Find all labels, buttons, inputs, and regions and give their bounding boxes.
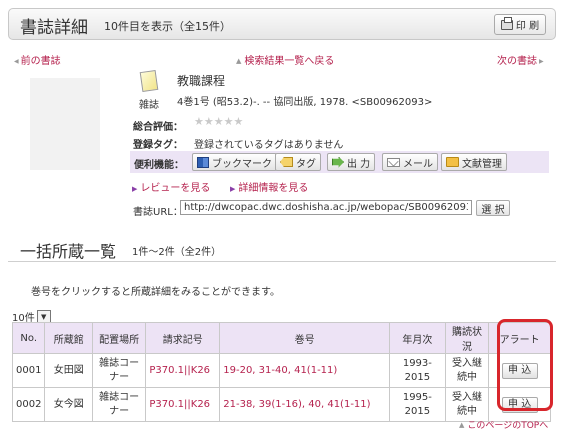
column-header: 請求記号 [145, 322, 221, 354]
volume-link[interactable]: 21-38, 39(1-16), 40, 41(1-11) [219, 387, 391, 422]
reference-manager-label: 文献管理 [462, 158, 502, 170]
record-title: 教職課程 [177, 74, 226, 88]
column-header: 所蔵館 [44, 322, 93, 354]
column-header: No. [11, 322, 46, 354]
export-icon [332, 156, 344, 168]
tag-icon [280, 157, 293, 167]
years-cell: 1995-2015 [389, 387, 446, 422]
bookmark-label: ブックマーク [212, 158, 272, 170]
table-row: 0001 女田図 雑誌コーナー P370.1||K26 19-20, 31-40… [11, 353, 551, 388]
utility-label: 便利機能： [134, 160, 184, 171]
mail-icon [387, 157, 400, 167]
location-cell: 雑誌コーナー [91, 387, 147, 422]
tag-button-label: タグ [296, 158, 316, 170]
bookmark-button[interactable]: ブックマーク [192, 153, 277, 171]
call-number-link[interactable]: P370.1||K26 [145, 387, 221, 422]
output-label: 出 力 [347, 158, 371, 170]
folder-icon [446, 157, 459, 167]
subscription-status-cell: 受入継続中 [444, 387, 490, 422]
record-url-label: 書誌URL： [133, 207, 183, 218]
view-details-link[interactable]: 詳細情報を見る [230, 179, 308, 194]
tag-button[interactable]: タグ [275, 153, 321, 171]
column-header: 購読状況 [444, 322, 490, 354]
magazine-icon: 雑誌 [136, 69, 162, 111]
utility-bar: 便利機能： ブックマーク タグ 出 力 メール 文献管理 [130, 151, 549, 173]
library-cell: 女田図 [44, 353, 93, 388]
back-to-results-link[interactable]: 検索結果一覧へ戻る [236, 52, 334, 67]
alert-column-highlight [497, 319, 553, 411]
rating-label: 総合評価： [133, 122, 183, 133]
page-header: 書誌詳細 10件目を表示（全15件） 印 刷 [8, 8, 556, 40]
holdings-heading: 一括所蔵一覧 [20, 242, 117, 261]
view-reviews-link[interactable]: レビューを見る [132, 179, 210, 194]
result-position: 10件目を表示（全15件） [104, 20, 231, 33]
volume-link[interactable]: 19-20, 31-40, 41(1-11) [219, 353, 391, 388]
column-header: 巻号 [219, 322, 391, 354]
location-cell: 雑誌コーナー [91, 353, 147, 388]
tag-label: 登録タグ： [133, 140, 183, 151]
material-type-label: 雑誌 [139, 100, 159, 111]
call-number-link[interactable]: P370.1||K26 [145, 353, 221, 388]
reference-manager-button[interactable]: 文献管理 [441, 153, 507, 171]
record-meta: 4巻1号 (昭53.2)-. -- 協同出版, 1978. <SB0096209… [177, 97, 433, 108]
holdings-table: No. 所蔵館 配置場所 請求記号 巻号 年月次 購読状況 アラート 0001 … [11, 322, 551, 422]
table-header-row: No. 所蔵館 配置場所 請求記号 巻号 年月次 購読状況 アラート [11, 322, 551, 354]
years-cell: 1993-2015 [389, 353, 446, 388]
mail-button[interactable]: メール [382, 153, 438, 171]
column-header: 配置場所 [91, 322, 147, 354]
subscription-status-cell: 受入継続中 [444, 353, 490, 388]
column-header: 年月次 [389, 322, 446, 354]
holdings-count: 1件～2件（全2件） [132, 247, 222, 258]
page-top-link[interactable]: このページのTOPへ [459, 418, 548, 431]
row-number: 0001 [11, 353, 46, 388]
prev-record-link[interactable]: 前の書誌 [14, 52, 61, 67]
table-row: 0002 女今図 雑誌コーナー P370.1||K26 21-38, 39(1-… [11, 387, 551, 422]
printer-icon [500, 16, 513, 30]
holdings-note: 巻号をクリックすると所蔵詳細をみることができます。 [31, 287, 280, 298]
cover-image-placeholder [30, 78, 100, 170]
rating-stars: ★★★★★ [194, 115, 244, 128]
record-url-field[interactable] [180, 200, 472, 215]
row-number: 0002 [11, 387, 46, 422]
print-button[interactable]: 印 刷 [494, 14, 546, 35]
output-button[interactable]: 出 力 [327, 153, 376, 171]
bookmark-icon [197, 156, 209, 168]
section-divider [8, 261, 556, 262]
library-cell: 女今図 [44, 387, 93, 422]
next-record-link[interactable]: 次の書誌 [497, 52, 544, 67]
page-title: 書誌詳細 [20, 18, 88, 38]
mail-label: メール [403, 158, 433, 170]
tag-text: 登録されているタグはありません [194, 140, 344, 151]
print-label: 印 刷 [515, 21, 540, 32]
select-url-button[interactable]: 選 択 [476, 200, 510, 216]
